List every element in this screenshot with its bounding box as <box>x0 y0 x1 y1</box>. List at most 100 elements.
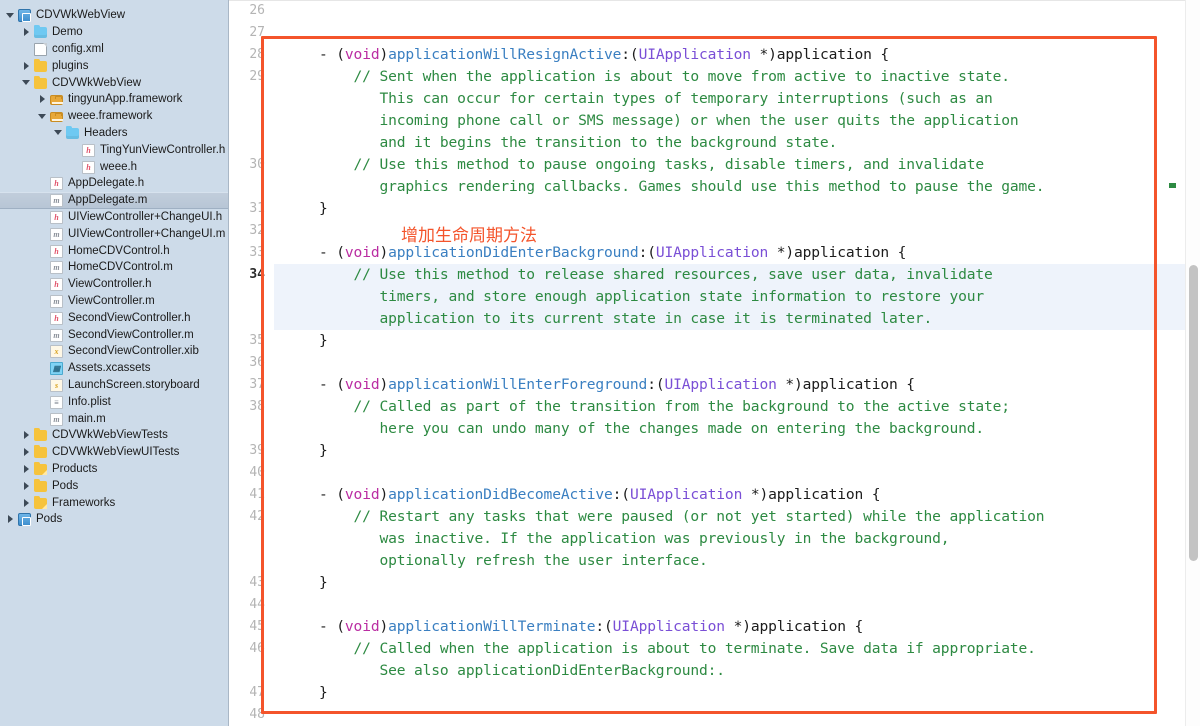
disclosure-triangle-icon[interactable] <box>6 10 16 20</box>
code-line[interactable]: } <box>319 440 328 462</box>
sidebar-item-launchscreen-storyboard[interactable]: s LaunchScreen.storyboard <box>0 377 228 394</box>
code-line[interactable]: // Use this method to release shared res… <box>319 264 993 286</box>
line-number: 27 <box>249 25 265 40</box>
code-line[interactable]: - (void)applicationWillEnterForeground:(… <box>319 374 915 396</box>
disclosure-triangle-icon[interactable] <box>22 78 32 88</box>
project-navigator-sidebar[interactable]: CDVWkWebView Demo config.xml plugins CDVWkWe… <box>0 0 229 726</box>
disclosure-triangle-icon[interactable] <box>38 94 48 104</box>
disclosure-triangle-icon[interactable] <box>22 430 32 440</box>
line-number: 33 <box>249 245 265 260</box>
disclosure-triangle-icon[interactable] <box>22 481 32 491</box>
sidebar-item-secondviewcontroller-xib[interactable]: x SecondViewController.xib <box>0 343 228 360</box>
implementation-file-icon: m <box>50 294 63 308</box>
code-line[interactable]: graphics rendering callbacks. Games shou… <box>319 176 1044 198</box>
twisty-placeholder <box>38 178 48 188</box>
disclosure-triangle-icon[interactable] <box>22 447 32 457</box>
sidebar-item-products[interactable]: Products <box>0 461 228 478</box>
code-token-cmt: graphics rendering callbacks. Games shou… <box>319 178 1045 195</box>
code-line[interactable]: // Called when the application is about … <box>319 638 1036 660</box>
code-line[interactable]: incoming phone call or SMS message) or w… <box>319 110 1018 132</box>
sidebar-item-label: Products <box>52 462 98 475</box>
sidebar-item-viewcontroller-h[interactable]: h ViewController.h <box>0 276 228 293</box>
sidebar-item-label: TingYunViewController.h <box>100 143 226 156</box>
code-token-pl: :( <box>638 244 656 261</box>
sidebar-item-assets-xcassets[interactable]: ▦ Assets.xcassets <box>0 360 228 377</box>
vertical-scrollbar[interactable] <box>1185 0 1200 726</box>
line-number: 46 <box>249 641 265 656</box>
code-line[interactable]: - (void)applicationDidBecomeActive:(UIAp… <box>319 484 881 506</box>
sidebar-item-pods[interactable]: Pods <box>0 511 228 528</box>
sidebar-item-uiviewcontroller-changeui-m[interactable]: m UIViewController+ChangeUI.m <box>0 225 228 242</box>
disclosure-triangle-icon[interactable] <box>22 27 32 37</box>
sidebar-item-frameworks[interactable]: Frameworks <box>0 494 228 511</box>
sidebar-item-info-plist[interactable]: ≡ Info.plist <box>0 393 228 410</box>
source-editor[interactable]: - (void)applicationWillResignActive:(UIA… <box>229 0 1200 726</box>
sidebar-item-viewcontroller-m[interactable]: m ViewController.m <box>0 293 228 310</box>
code-token-cmt: here you can undo many of the changes ma… <box>319 420 984 437</box>
code-line[interactable]: // Restart any tasks that were paused (o… <box>319 506 1045 528</box>
sidebar-item-pods[interactable]: Pods <box>0 477 228 494</box>
disclosure-triangle-icon[interactable] <box>22 498 32 508</box>
code-line[interactable]: This can occur for certain types of temp… <box>319 88 992 110</box>
sidebar-item-appdelegate-m[interactable]: m AppDelegate.m <box>0 191 228 209</box>
sidebar-item-main-m[interactable]: m main.m <box>0 410 228 427</box>
code-line[interactable]: } <box>319 330 328 352</box>
line-number: 32 <box>249 223 265 238</box>
sidebar-item-cdvwkwebviewtests[interactable]: CDVWkWebViewTests <box>0 427 228 444</box>
twisty-placeholder <box>38 212 48 222</box>
sidebar-item-uiviewcontroller-changeui-h[interactable]: h UIViewController+ChangeUI.h <box>0 209 228 226</box>
sidebar-item-weee-h[interactable]: h weee.h <box>0 158 228 175</box>
code-token-fn: applicationWillTerminate <box>388 618 596 635</box>
code-line[interactable]: See also applicationDidEnterBackground:. <box>319 660 725 682</box>
disclosure-triangle-icon[interactable] <box>6 514 16 524</box>
code-line[interactable]: here you can undo many of the changes ma… <box>319 418 984 440</box>
disclosure-triangle-icon[interactable] <box>38 111 48 121</box>
code-token-pl: ) <box>379 486 389 503</box>
sidebar-item-label: CDVWkWebView <box>36 9 126 22</box>
code-line[interactable]: - (void)applicationWillTerminate:(UIAppl… <box>319 616 863 638</box>
sidebar-item-plugins[interactable]: plugins <box>0 57 228 74</box>
code-token-pl: :( <box>595 618 613 635</box>
sidebar-item-tingyunapp-framework[interactable]: tingyunApp.framework <box>0 91 228 108</box>
code-line[interactable]: } <box>319 572 328 594</box>
code-line[interactable]: // Use this method to pause ongoing task… <box>319 154 985 176</box>
code-line[interactable]: was inactive. If the application was pre… <box>319 528 949 550</box>
scrollbar-thumb[interactable] <box>1189 265 1198 561</box>
sidebar-item-cdvwkwebview[interactable]: CDVWkWebView <box>0 7 228 24</box>
code-line[interactable]: timers, and store enough application sta… <box>319 286 984 308</box>
sidebar-item-tingyunviewcontroller-h[interactable]: h TingYunViewController.h <box>0 141 228 158</box>
sidebar-item-cdvwkwebviewuitests[interactable]: CDVWkWebViewUITests <box>0 444 228 461</box>
code-token-type: UIApplication <box>612 618 725 635</box>
disclosure-triangle-icon[interactable] <box>54 128 64 138</box>
code-line[interactable]: } <box>319 198 328 220</box>
line-number: 40 <box>249 465 265 480</box>
code-token-pl: ( <box>336 618 345 635</box>
code-line[interactable]: - (void)applicationWillResignActive:(UIA… <box>319 44 889 66</box>
sidebar-item-demo[interactable]: Demo <box>0 24 228 41</box>
header-file-icon: h <box>50 177 63 191</box>
sidebar-item-homecdvcontrol-h[interactable]: h HomeCDVControl.h <box>0 242 228 259</box>
code-token-kw: void <box>344 376 380 393</box>
sidebar-item-appdelegate-h[interactable]: h AppDelegate.h <box>0 175 228 192</box>
sidebar-item-label: Info.plist <box>68 395 111 408</box>
code-line[interactable]: // Called as part of the transition from… <box>319 396 1011 418</box>
code-line[interactable]: optionally refresh the user interface. <box>319 550 707 572</box>
sidebar-item-secondviewcontroller-m[interactable]: m SecondViewController.m <box>0 326 228 343</box>
sidebar-item-config-xml[interactable]: config.xml <box>0 41 228 58</box>
code-line[interactable]: } <box>319 682 328 704</box>
folder-ref-icon <box>34 495 47 509</box>
sidebar-item-secondviewcontroller-h[interactable]: h SecondViewController.h <box>0 309 228 326</box>
sidebar-item-cdvwkwebview[interactable]: CDVWkWebView <box>0 74 228 91</box>
code-line[interactable]: application to its current state in case… <box>319 308 932 330</box>
sidebar-item-label: ViewController.h <box>68 278 152 291</box>
sidebar-item-label: Pods <box>36 513 63 526</box>
implementation-file-icon: m <box>50 194 63 208</box>
code-content[interactable]: - (void)applicationWillResignActive:(UIA… <box>229 0 1200 726</box>
sidebar-item-headers[interactable]: Headers <box>0 125 228 142</box>
sidebar-item-homecdvcontrol-m[interactable]: m HomeCDVControl.m <box>0 259 228 276</box>
code-line[interactable]: // Sent when the application is about to… <box>319 66 1011 88</box>
disclosure-triangle-icon[interactable] <box>22 61 32 71</box>
code-line[interactable]: and it begins the transition to the back… <box>319 132 837 154</box>
disclosure-triangle-icon[interactable] <box>22 464 32 474</box>
sidebar-item-weee-framework[interactable]: weee.framework <box>0 108 228 125</box>
